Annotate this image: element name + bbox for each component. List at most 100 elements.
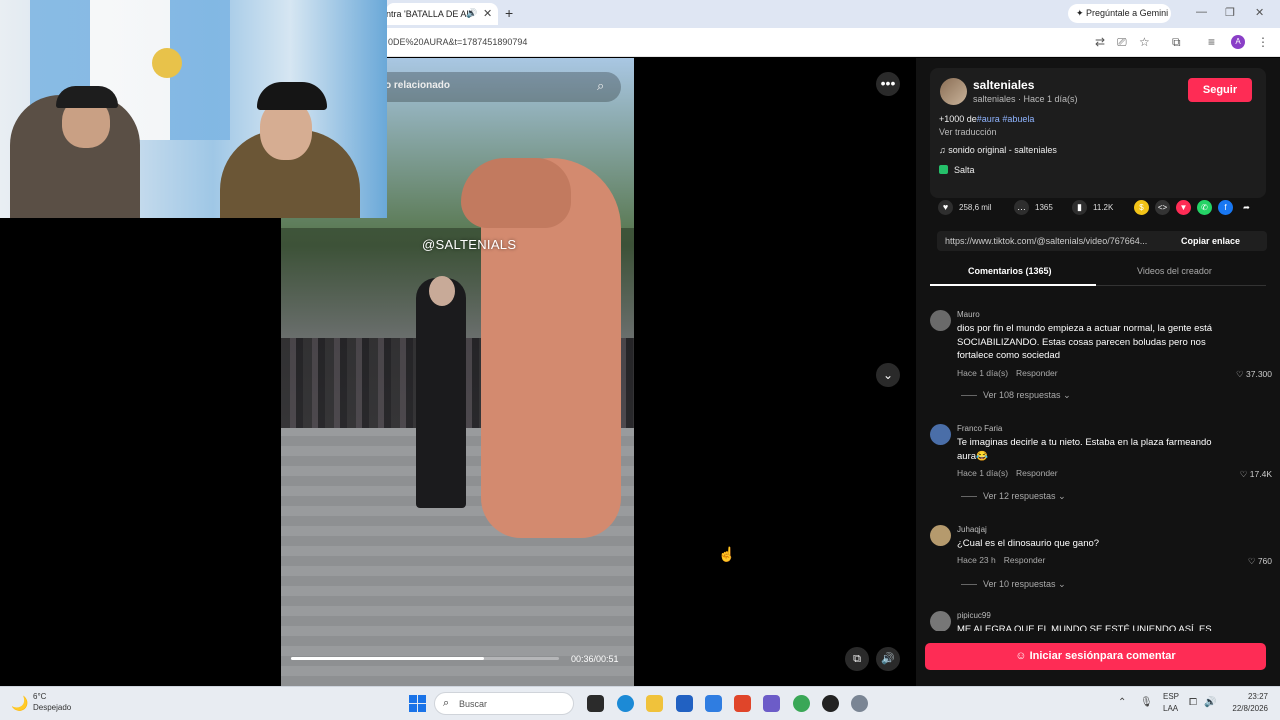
microphone-icon[interactable]: 🎙: [1140, 697, 1153, 708]
edge-icon[interactable]: [617, 695, 634, 712]
input-language[interactable]: ESP: [1163, 692, 1179, 701]
panel-tabs: Comentarios (1365) Videos del creador: [930, 262, 1266, 286]
clock-time[interactable]: 23:27: [1228, 692, 1268, 701]
start-button[interactable]: [409, 695, 426, 712]
bookmark-icon: ▮: [1072, 200, 1087, 215]
login-to-comment-button[interactable]: ☺ Iniciar sesiónpara comentar: [925, 643, 1266, 670]
replies-label: Ver 12 respuestas: [983, 491, 1056, 501]
comment-like[interactable]: ♡ 17.4K: [1240, 469, 1272, 480]
bookmark-star-icon[interactable]: ☆: [1139, 35, 1150, 49]
whatsapp-icon[interactable]: ✆: [1197, 200, 1212, 215]
close-tab-icon[interactable]: ✕: [483, 7, 492, 20]
speaker-icon[interactable]: 🔊: [466, 8, 477, 19]
more-options-button[interactable]: •••: [876, 72, 900, 96]
commenter-avatar[interactable]: [930, 611, 951, 631]
author-subline: salteniales · Hace 1 día(s): [973, 94, 1078, 104]
music-line[interactable]: ♫ sonido original - salteniales: [939, 145, 1057, 155]
obs-icon[interactable]: [822, 695, 839, 712]
save-stat[interactable]: ▮ 11.2K: [1072, 200, 1113, 215]
replies-label: Ver 108 respuestas: [983, 390, 1061, 400]
browser-tab-active[interactable]: ntra 'BATALLA DE AU 🔊 ✕: [386, 3, 498, 25]
coin-share-icon[interactable]: $: [1134, 200, 1149, 215]
comment-like[interactable]: ♡ 760: [1248, 556, 1272, 567]
reply-button[interactable]: Responder: [1004, 555, 1046, 565]
commenter-avatar[interactable]: [930, 424, 951, 445]
extensions-icon[interactable]: ⧉: [1172, 35, 1181, 50]
restore-icon[interactable]: ❐: [1225, 6, 1235, 19]
media-icon[interactable]: ≡: [1208, 35, 1215, 49]
taskbar-search[interactable]: ⌕ Buscar: [434, 692, 574, 715]
profile-avatar[interactable]: A: [1231, 35, 1245, 49]
commenter-name[interactable]: Mauro: [957, 310, 980, 319]
comment-like[interactable]: ♡ 37.300: [1236, 369, 1272, 380]
comment-text: Te imaginas decirle a tu nieto. Estaba e…: [957, 437, 1212, 462]
location-line[interactable]: Salta: [939, 165, 975, 175]
moon-weather-icon[interactable]: 🌙: [11, 695, 28, 712]
commenter-avatar[interactable]: [930, 525, 951, 546]
facebook-icon[interactable]: f: [1218, 200, 1233, 215]
reply-button[interactable]: Responder: [1016, 468, 1058, 478]
follow-button[interactable]: Seguir: [1188, 78, 1252, 102]
weather-temp[interactable]: 6°C: [33, 692, 46, 701]
search-icon[interactable]: ⌕: [597, 78, 604, 94]
related-search-text[interactable]: o relacionado: [385, 80, 450, 91]
weather-condition[interactable]: Despejado: [33, 703, 71, 712]
like-stat[interactable]: ♥ 258,6 mil: [938, 200, 991, 215]
store-icon[interactable]: [676, 695, 693, 712]
outlook-icon[interactable]: [705, 695, 722, 712]
menu-dots-icon[interactable]: ⋮: [1257, 35, 1269, 49]
teams-icon[interactable]: [763, 695, 780, 712]
translate-icon[interactable]: ⇄: [1095, 35, 1105, 49]
share-arrow-icon[interactable]: ➦: [1239, 200, 1254, 215]
minimize-icon[interactable]: —: [1196, 6, 1207, 18]
send-icon[interactable]: ▼: [1176, 200, 1191, 215]
brave-icon[interactable]: [734, 695, 751, 712]
commenter-name[interactable]: pipicuc99: [957, 611, 991, 620]
commenter-name[interactable]: Juhaqjaj: [957, 525, 987, 534]
input-layout[interactable]: LAA: [1163, 704, 1178, 713]
translate-link[interactable]: Ver traducción: [939, 127, 997, 137]
view-replies[interactable]: Ver 12 respuestas ⌄: [961, 491, 1066, 502]
new-tab-icon[interactable]: +: [505, 5, 513, 21]
view-replies[interactable]: Ver 108 respuestas ⌄: [961, 390, 1071, 401]
commenter-name[interactable]: Franco Faria: [957, 424, 1002, 433]
next-video-button[interactable]: ⌄: [876, 363, 900, 387]
pip-button[interactable]: ⧉: [845, 647, 869, 671]
comment-like-count: 17.4K: [1249, 469, 1272, 479]
taskbar-search-label: Buscar: [459, 699, 488, 709]
author-username[interactable]: salteniales: [973, 78, 1034, 92]
location-name: Salta: [954, 165, 975, 175]
commenter-avatar[interactable]: [930, 310, 951, 331]
hashtags[interactable]: #aura #abuela: [977, 114, 1035, 124]
author-avatar[interactable]: [940, 78, 967, 105]
share-link[interactable]: https://www.tiktok.com/@saltenials/video…: [945, 236, 1167, 246]
chevron-up-icon[interactable]: ⌃: [1118, 697, 1126, 708]
chevron-down-icon: ⌄: [1063, 390, 1071, 400]
view-replies[interactable]: Ver 10 respuestas ⌄: [961, 579, 1066, 590]
flag-sun: [152, 48, 182, 78]
copy-link-button[interactable]: Copiar enlace: [1181, 236, 1240, 246]
task-view-icon[interactable]: [587, 695, 604, 712]
heart-outline-icon: ♡: [1236, 369, 1246, 379]
location-icon: [939, 165, 948, 174]
close-window-icon[interactable]: ✕: [1255, 6, 1264, 19]
comment-stat[interactable]: … 1365: [1014, 200, 1053, 215]
settings-gear-icon[interactable]: [851, 695, 868, 712]
video-progress-bar[interactable]: [291, 657, 559, 660]
url-text[interactable]: 0DE%20AURA&t=1787451890794: [388, 37, 527, 47]
clock-date[interactable]: 22/8/2026: [1222, 704, 1268, 713]
comment-meta: Hace 1 día(s) Responder: [957, 368, 1058, 378]
cast-icon[interactable]: ⎚: [1117, 35, 1127, 50]
active-tab-underline: [930, 284, 1096, 286]
gemini-button[interactable]: ✦ Pregúntale a Gemini: [1068, 4, 1171, 23]
speaker-icon[interactable]: 🔊: [1204, 697, 1216, 708]
comment-like-count: 37.300: [1246, 369, 1272, 379]
reply-button[interactable]: Responder: [1016, 368, 1058, 378]
volume-button[interactable]: 🔊: [876, 647, 900, 671]
chrome-icon[interactable]: [793, 695, 810, 712]
tab-comments[interactable]: Comentarios (1365): [968, 266, 1052, 276]
embed-icon[interactable]: <>: [1155, 200, 1170, 215]
file-explorer-icon[interactable]: [646, 695, 663, 712]
network-icon[interactable]: ⧠: [1189, 697, 1197, 708]
tab-creator-videos[interactable]: Videos del creador: [1137, 266, 1212, 276]
